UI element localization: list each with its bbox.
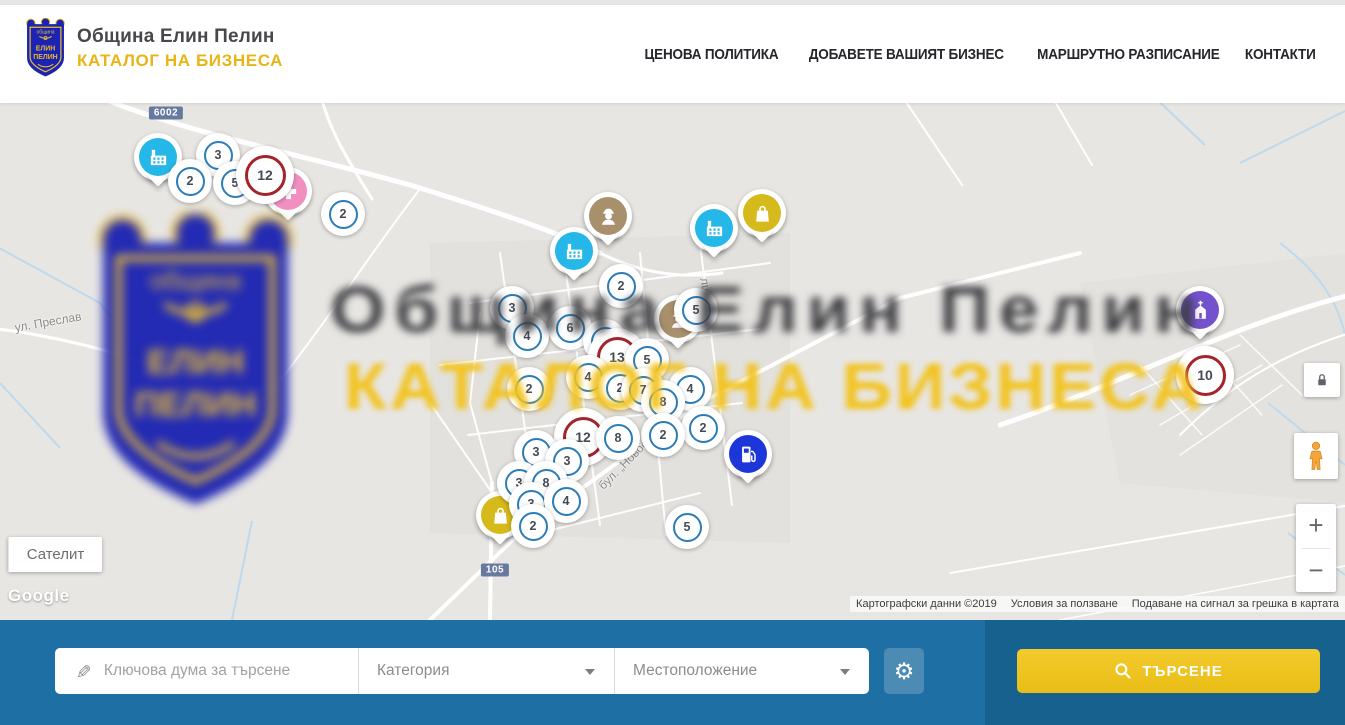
cluster-count: 2 bbox=[689, 414, 718, 443]
map-pin-factory[interactable] bbox=[690, 204, 738, 252]
map-cluster-marker[interactable]: 5 bbox=[665, 505, 709, 549]
search-bar-right-section: ТЪРСЕНЕ bbox=[985, 620, 1345, 725]
nav-item-add-business[interactable]: ДОБАВЕТЕ ВАШИЯТ БИЗНЕС bbox=[809, 46, 1004, 63]
attribution-terms-link[interactable]: Условия за ползване bbox=[1011, 598, 1118, 610]
site-header: община ЕЛИН ПЕЛИН Община Елин Пелин КАТА… bbox=[0, 5, 1345, 103]
crest-name2-text: ПЕЛИН bbox=[33, 54, 57, 61]
gear-icon: ⚙ bbox=[894, 660, 915, 683]
municipality-crest-icon: община ЕЛИН ПЕЛИН bbox=[22, 18, 69, 78]
church-icon bbox=[1181, 291, 1219, 329]
map-cluster-marker[interactable]: 2 bbox=[321, 192, 365, 236]
cluster-count: 6 bbox=[556, 314, 585, 343]
crest-name1-text: ЕЛИН bbox=[36, 45, 55, 52]
map-cluster-marker[interactable]: 2 bbox=[511, 504, 555, 548]
map-cluster-marker[interactable]: 8 bbox=[596, 416, 640, 460]
map-type-control: Карта Сателит bbox=[8, 537, 102, 572]
category-dropdown-label: Категория bbox=[377, 662, 449, 680]
pegman-button[interactable] bbox=[1294, 433, 1338, 479]
map-cluster-marker[interactable]: 2 bbox=[168, 159, 212, 203]
keyword-search-input[interactable] bbox=[104, 662, 358, 680]
map-cluster-marker[interactable]: 2 bbox=[641, 413, 685, 457]
road-number-badge: 6002 bbox=[149, 107, 183, 120]
map-pin-construction-worker[interactable] bbox=[584, 192, 632, 240]
cluster-count: 12 bbox=[245, 155, 286, 196]
site-subtitle: КАТАЛОГ НА БИЗНЕСА bbox=[77, 51, 283, 71]
map-pin-church[interactable] bbox=[1176, 286, 1224, 334]
keyword-field-section: ✎ bbox=[55, 648, 358, 694]
road-number-badge: 105 bbox=[481, 564, 509, 577]
map-pin-shopping-bag[interactable] bbox=[738, 189, 786, 237]
main-nav: ЦЕНОВА ПОЛИТИКА ДОБАВЕТЕ ВАШИЯТ БИЗНЕС М… bbox=[625, 5, 1320, 103]
cluster-count: 4 bbox=[552, 487, 581, 516]
attribution-copyright: Картографски данни ©2019 bbox=[856, 598, 997, 610]
zoom-in-button[interactable]: + bbox=[1296, 504, 1336, 548]
search-bar: ✎ Категория Местоположение ⚙ bbox=[0, 620, 1345, 725]
cluster-count: 8 bbox=[604, 424, 633, 453]
nav-item-contacts[interactable]: КОНТАКТИ bbox=[1245, 46, 1316, 63]
category-dropdown[interactable]: Категория bbox=[358, 648, 614, 694]
site-title: Община Елин Пелин bbox=[77, 26, 283, 48]
pegman-icon bbox=[1303, 441, 1329, 471]
fuel-pump-icon bbox=[729, 435, 767, 473]
brand-text: Община Елин Пелин КАТАЛОГ НА БИЗНЕСА bbox=[77, 26, 283, 71]
zoom-out-button[interactable]: − bbox=[1296, 549, 1336, 593]
brand-logo[interactable]: община ЕЛИН ПЕЛИН Община Елин Пелин КАТА… bbox=[22, 18, 283, 78]
zoom-control: + − bbox=[1296, 504, 1336, 592]
map-cluster-marker[interactable]: 2 bbox=[681, 406, 725, 450]
map-cluster-marker[interactable]: 4 bbox=[505, 314, 549, 358]
nav-item-pricing[interactable]: ЦЕНОВА ПОЛИТИКА bbox=[645, 46, 779, 63]
map-canvas[interactable]: община ЕЛИН ПЕЛИН Община Елин Пелин КАТА… bbox=[0, 103, 1345, 620]
nav-item-transport-schedule[interactable]: МАРШРУТНО РАЗПИСАНИЕ bbox=[1037, 46, 1219, 63]
map-cluster-marker[interactable]: 2 bbox=[507, 367, 551, 411]
map-cluster-marker[interactable]: 2 bbox=[599, 264, 643, 308]
cluster-count: 5 bbox=[673, 513, 702, 542]
map-cluster-marker[interactable]: 10 bbox=[1176, 346, 1234, 404]
cluster-count: 4 bbox=[513, 322, 542, 351]
map-pin-factory[interactable] bbox=[550, 227, 598, 275]
attribution-report-error-link[interactable]: Подаване на сигнал за грешка в картата bbox=[1132, 598, 1339, 610]
google-logo[interactable]: Google bbox=[8, 586, 70, 606]
cluster-count: 2 bbox=[649, 421, 678, 450]
map-lock-button[interactable] bbox=[1304, 363, 1340, 397]
construction-worker-icon bbox=[589, 197, 627, 235]
factory-icon bbox=[695, 209, 733, 247]
chevron-down-icon bbox=[840, 669, 850, 675]
cluster-count: 2 bbox=[519, 512, 548, 541]
location-dropdown-label: Местоположение bbox=[633, 662, 757, 680]
shopping-bag-icon bbox=[743, 194, 781, 232]
advanced-search-button[interactable]: ⚙ bbox=[884, 648, 924, 694]
lock-icon bbox=[1313, 371, 1331, 389]
cluster-count: 5 bbox=[682, 296, 711, 325]
cluster-count: 2 bbox=[176, 167, 205, 196]
cluster-count: 2 bbox=[515, 375, 544, 404]
map-cluster-marker[interactable]: 12 bbox=[236, 146, 294, 204]
cluster-count: 10 bbox=[1185, 355, 1226, 396]
search-bar-left-section: ✎ Категория Местоположение ⚙ bbox=[0, 620, 985, 725]
crest-top-text: община bbox=[36, 29, 54, 35]
map-pin-fuel-pump[interactable] bbox=[724, 430, 772, 478]
factory-icon bbox=[555, 232, 593, 270]
search-icon bbox=[1114, 662, 1132, 680]
chevron-down-icon bbox=[585, 669, 595, 675]
search-fields-group: ✎ Категория Местоположение bbox=[55, 648, 869, 694]
search-button-label: ТЪРСЕНЕ bbox=[1142, 663, 1223, 680]
location-dropdown[interactable]: Местоположение bbox=[614, 648, 869, 694]
search-submit-button[interactable]: ТЪРСЕНЕ bbox=[1017, 649, 1320, 693]
pencil-icon: ✎ bbox=[70, 663, 93, 679]
page: община ЕЛИН ПЕЛИН Община Елин Пелин КАТА… bbox=[0, 0, 1345, 725]
cluster-count: 2 bbox=[607, 272, 636, 301]
map-type-satellite-button[interactable]: Сателит bbox=[8, 537, 102, 572]
map-attribution: Картографски данни ©2019 Условия за полз… bbox=[850, 596, 1345, 612]
cluster-count: 2 bbox=[329, 200, 358, 229]
map-cluster-marker[interactable]: 5 bbox=[674, 288, 718, 332]
